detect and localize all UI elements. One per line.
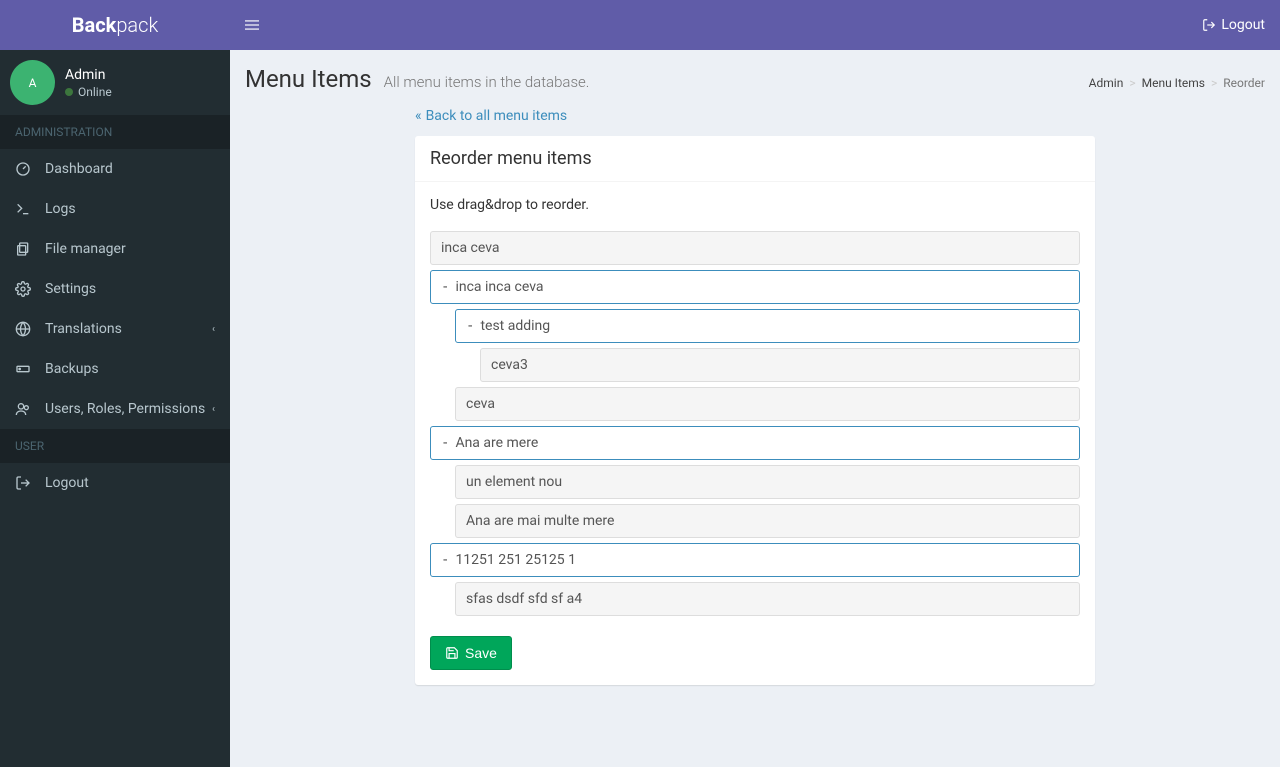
hdd-icon — [15, 361, 35, 377]
chevron-left-icon: ‹ — [212, 404, 215, 415]
tree-node-label: Ana are mere — [455, 435, 538, 451]
tree-node-label: 11251 251 25125 1 — [455, 552, 576, 568]
double-angle-left-icon: « — [415, 108, 422, 124]
tree-node[interactable]: ceva3 — [480, 348, 1080, 382]
tree-node[interactable]: - Ana are mere — [430, 426, 1080, 460]
avatar[interactable]: A — [10, 60, 55, 105]
content: « Back to all menu items Reorder menu it… — [230, 93, 1280, 767]
breadcrumb-sep-icon: > — [1129, 76, 1135, 90]
terminal-icon — [15, 201, 35, 217]
save-button-label: Save — [465, 645, 497, 661]
collapse-icon[interactable]: - — [441, 435, 449, 451]
reorder-box: Reorder menu items Use drag&drop to reor… — [415, 136, 1095, 685]
sidebar-section-user: USER — [0, 429, 230, 463]
sign-out-icon — [15, 475, 35, 491]
hamburger-icon[interactable] — [245, 18, 259, 32]
tree-node[interactable]: - test adding — [455, 309, 1080, 343]
tree-node[interactable]: ceva — [455, 387, 1080, 421]
tree-node-label: ceva — [466, 396, 495, 412]
sidebar-item-dashboard[interactable]: Dashboard — [0, 149, 230, 189]
sidebar-item-translations[interactable]: Translations ‹ — [0, 309, 230, 349]
collapse-icon[interactable]: - — [466, 318, 474, 334]
sidebar-item-users-roles-permissions[interactable]: Users, Roles, Permissions ‹ — [0, 389, 230, 429]
sidebar-item-label: Dashboard — [45, 161, 113, 177]
tree-node-label: inca inca ceva — [455, 279, 543, 295]
save-icon — [445, 646, 459, 660]
user-status: Online — [78, 85, 112, 99]
dashboard-icon — [15, 161, 35, 177]
sidebar-item-settings[interactable]: Settings — [0, 269, 230, 309]
sidebar-item-label: Settings — [45, 281, 96, 297]
tree-node[interactable]: sfas dsdf sfd sf a4 — [455, 582, 1080, 616]
sidebar-item-label: Backups — [45, 361, 99, 377]
back-link[interactable]: « Back to all menu items — [415, 108, 567, 124]
breadcrumb: Admin > Menu Items > Reorder — [1089, 76, 1265, 90]
sidebar-item-file-manager[interactable]: File manager — [0, 229, 230, 269]
top-logout-label: Logout — [1221, 17, 1265, 33]
sign-out-icon — [1202, 18, 1216, 32]
main-area: Logout Menu Items All menu items in the … — [230, 0, 1280, 767]
user-panel: A Admin Online — [0, 50, 230, 115]
page-subtitle: All menu items in the database. — [384, 73, 590, 91]
collapse-icon[interactable]: - — [441, 279, 449, 295]
brand-bold: Back — [72, 13, 117, 37]
user-name: Admin — [65, 67, 112, 83]
breadcrumb-admin[interactable]: Admin — [1089, 76, 1124, 90]
sidebar-item-backups[interactable]: Backups — [0, 349, 230, 389]
box-title: Reorder menu items — [415, 136, 1095, 182]
page-title-text: Menu Items — [245, 65, 372, 93]
tree-node-label: ceva3 — [491, 357, 528, 373]
tree-node[interactable]: Ana are mai multe mere — [455, 504, 1080, 538]
sidebar-item-label: Users, Roles, Permissions — [45, 401, 205, 417]
users-icon — [15, 401, 35, 417]
brand-logo[interactable]: Backpack — [0, 0, 230, 50]
back-link-label: Back to all menu items — [426, 108, 568, 124]
sidebar-menu-user: Logout — [0, 463, 230, 503]
tree-node-label: Ana are mai multe mere — [466, 513, 614, 529]
reorder-tree: inca ceva - inca inca ceva — [430, 231, 1080, 616]
chevron-left-icon: ‹ — [212, 324, 215, 335]
sidebar-item-label: Translations — [45, 321, 122, 337]
sidebar-item-label: Logs — [45, 201, 76, 217]
tree-node[interactable]: inca ceva — [430, 231, 1080, 265]
breadcrumb-menu-items[interactable]: Menu Items — [1142, 76, 1205, 90]
status-dot-icon — [65, 88, 73, 96]
gear-icon — [15, 281, 35, 297]
tree-node[interactable]: - 11251 251 25125 1 — [430, 543, 1080, 577]
tree-node-label: inca ceva — [441, 240, 500, 256]
tree-node[interactable]: - inca inca ceva — [430, 270, 1080, 304]
top-logout-button[interactable]: Logout — [1202, 17, 1265, 33]
sidebar-menu-admin: Dashboard Logs File manager Settings — [0, 149, 230, 429]
tree-node-label: un element nou — [466, 474, 562, 490]
reorder-hint: Use drag&drop to reorder. — [430, 197, 1080, 213]
save-button[interactable]: Save — [430, 636, 512, 670]
sidebar-section-admin: ADMINISTRATION — [0, 115, 230, 149]
tree-node-label: sfas dsdf sfd sf a4 — [466, 591, 582, 607]
tree-node-label: test adding — [480, 318, 550, 334]
globe-icon — [15, 321, 35, 337]
files-icon — [15, 241, 35, 257]
page-title: Menu Items All menu items in the databas… — [245, 65, 589, 93]
top-nav: Logout — [230, 0, 1280, 50]
breadcrumb-sep-icon: > — [1211, 76, 1217, 90]
collapse-icon[interactable]: - — [441, 552, 449, 568]
sidebar-item-logout[interactable]: Logout — [0, 463, 230, 503]
sidebar: Backpack A Admin Online ADMINISTRATION D… — [0, 0, 230, 767]
brand-light: pack — [116, 13, 158, 37]
breadcrumb-reorder: Reorder — [1223, 76, 1265, 90]
tree-node[interactable]: un element nou — [455, 465, 1080, 499]
sidebar-item-label: File manager — [45, 241, 126, 257]
content-header: Menu Items All menu items in the databas… — [230, 50, 1280, 93]
sidebar-item-label: Logout — [45, 475, 89, 491]
sidebar-item-logs[interactable]: Logs — [0, 189, 230, 229]
